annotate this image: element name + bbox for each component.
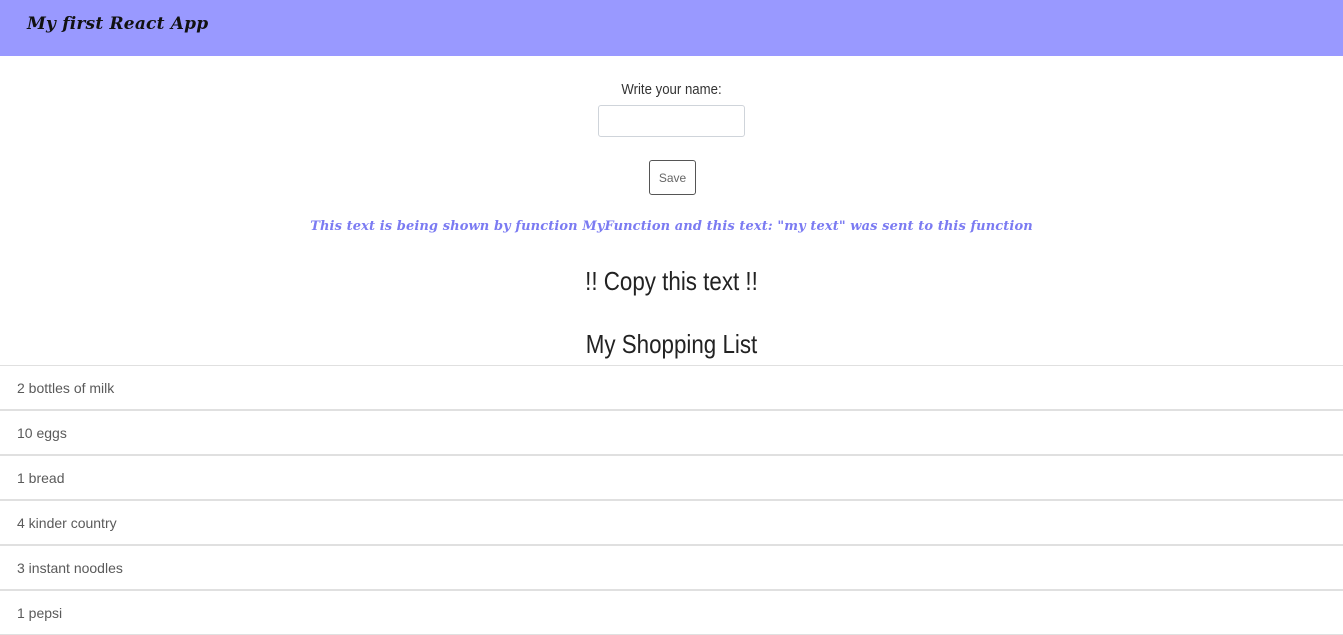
shopping-list: 2 bottles of milk 10 eggs 1 bread 4 kind… (0, 365, 1343, 635)
save-button[interactable]: Save (649, 160, 696, 195)
copy-heading: !! Copy this text !! (585, 266, 758, 296)
shopping-list-title: My Shopping List (585, 329, 758, 359)
top-navbar: My first React App (0, 0, 1343, 56)
app-brand[interactable]: My first React App (27, 14, 208, 34)
name-label: Write your name: (621, 81, 722, 98)
list-item: 10 eggs (0, 410, 1343, 455)
function-output-text: This text is being shown by function MyF… (310, 219, 1033, 234)
list-item: 1 pepsi (0, 590, 1343, 635)
list-item: 3 instant noodles (0, 545, 1343, 590)
list-item: 1 bread (0, 455, 1343, 500)
list-item: 4 kinder country (0, 500, 1343, 545)
name-input[interactable] (598, 105, 745, 137)
list-item: 2 bottles of milk (0, 365, 1343, 410)
